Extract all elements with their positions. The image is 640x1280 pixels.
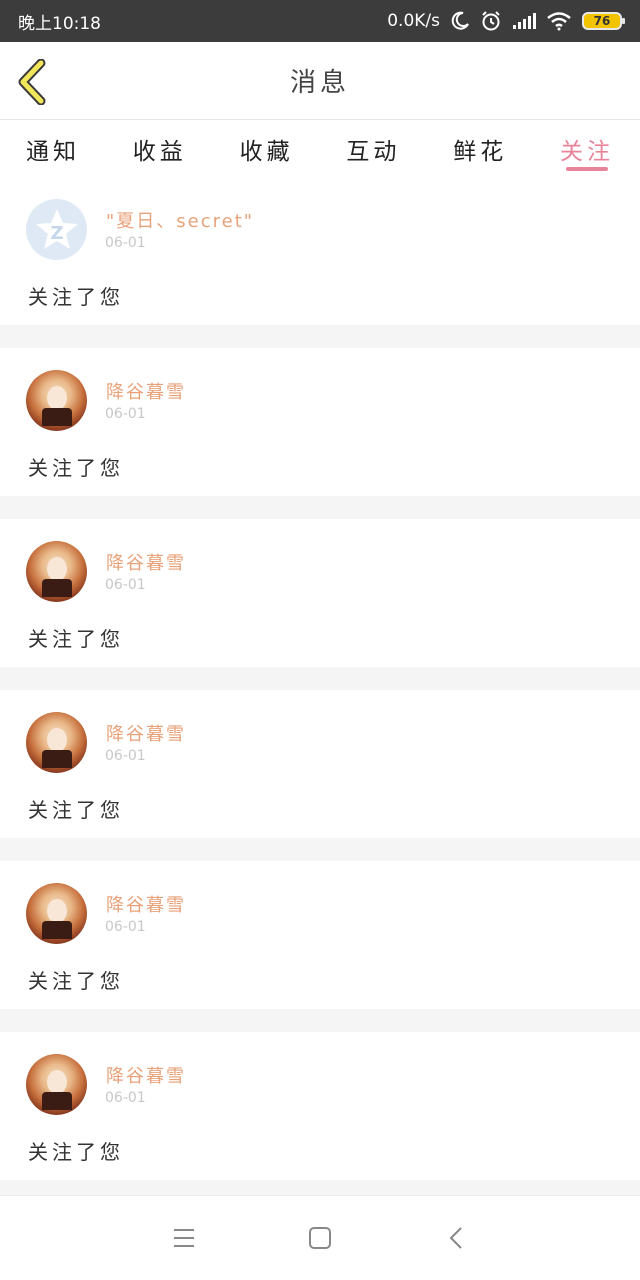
avatar-face xyxy=(47,899,67,923)
status-time: 晚上10:18 xyxy=(18,13,101,34)
list-item[interactable]: Z "夏日、secret" 06-01 关注了您 xyxy=(0,177,640,325)
system-nav-bar xyxy=(0,1195,640,1280)
tab-following[interactable]: 关注 xyxy=(560,121,614,177)
message-list: Z "夏日、secret" 06-01 关注了您 降谷暮雪 06-01 关注了您… xyxy=(0,177,640,1203)
avatar[interactable] xyxy=(26,712,87,773)
moon-icon xyxy=(450,11,470,31)
user-name[interactable]: 降谷暮雪 xyxy=(106,1062,186,1088)
list-item[interactable]: 降谷暮雪 06-01 关注了您 xyxy=(0,861,640,1009)
avatar-body xyxy=(42,750,72,768)
back-button[interactable] xyxy=(16,58,50,106)
message-text: 关注了您 xyxy=(28,627,124,651)
page-title: 消息 xyxy=(289,68,350,98)
status-icons: 0.0K/s 76 xyxy=(387,10,625,32)
back-icon xyxy=(449,1227,462,1249)
user-name[interactable]: 降谷暮雪 xyxy=(106,891,186,917)
list-item[interactable]: 降谷暮雪 06-01 关注了您 xyxy=(0,348,640,496)
avatar[interactable] xyxy=(26,1054,87,1115)
default-avatar-icon: Z xyxy=(35,208,78,249)
message-text: 关注了您 xyxy=(28,285,124,309)
tab-interactions[interactable]: 互动 xyxy=(346,121,400,177)
signal-icon xyxy=(512,12,536,30)
alarm-icon xyxy=(480,10,502,32)
tab-flowers[interactable]: 鲜花 xyxy=(453,121,507,177)
avatar[interactable]: Z xyxy=(26,199,87,260)
avatar-face xyxy=(47,557,67,581)
message-date: 06-01 xyxy=(105,748,146,764)
chevron-left-icon xyxy=(18,59,46,105)
avatar-face xyxy=(47,386,67,410)
message-text: 关注了您 xyxy=(28,456,124,480)
user-name[interactable]: 降谷暮雪 xyxy=(106,378,186,404)
divider xyxy=(0,325,640,348)
svg-text:Z: Z xyxy=(50,223,63,244)
user-name[interactable]: "夏日、secret" xyxy=(106,207,254,233)
avatar-body xyxy=(42,579,72,597)
message-text: 关注了您 xyxy=(28,798,124,822)
list-item[interactable]: 降谷暮雪 06-01 关注了您 xyxy=(0,690,640,838)
message-text: 关注了您 xyxy=(28,969,124,993)
header: 消息 xyxy=(0,42,640,120)
avatar-face xyxy=(47,1070,67,1094)
tab-favorites[interactable]: 收藏 xyxy=(240,121,294,177)
avatar-face xyxy=(47,728,67,752)
avatar[interactable] xyxy=(26,541,87,602)
home-icon xyxy=(309,1227,331,1249)
divider xyxy=(0,667,640,690)
battery-icon: 76 xyxy=(582,12,625,30)
avatar[interactable] xyxy=(26,883,87,944)
avatar-body xyxy=(42,1092,72,1110)
message-date: 06-01 xyxy=(105,577,146,593)
message-text: 关注了您 xyxy=(28,1140,124,1164)
divider xyxy=(0,496,640,519)
menu-button[interactable] xyxy=(171,1225,197,1251)
wifi-icon xyxy=(546,11,572,31)
menu-icon xyxy=(174,1229,194,1247)
nav-back-button[interactable] xyxy=(443,1225,469,1251)
list-item[interactable]: 降谷暮雪 06-01 关注了您 xyxy=(0,1032,640,1180)
avatar-body xyxy=(42,408,72,426)
message-date: 06-01 xyxy=(105,406,146,422)
avatar-body xyxy=(42,921,72,939)
list-item[interactable]: 降谷暮雪 06-01 关注了您 xyxy=(0,519,640,667)
status-bar: 晚上10:18 0.0K/s 76 xyxy=(0,0,640,42)
net-speed: 0.0K/s xyxy=(387,11,440,31)
avatar[interactable] xyxy=(26,370,87,431)
tab-earnings[interactable]: 收益 xyxy=(133,121,187,177)
home-button[interactable] xyxy=(307,1225,333,1251)
divider xyxy=(0,838,640,861)
divider xyxy=(0,1009,640,1032)
tab-notifications[interactable]: 通知 xyxy=(26,121,80,177)
message-date: 06-01 xyxy=(105,235,146,251)
tab-bar: 通知 收益 收藏 互动 鲜花 关注 xyxy=(0,121,640,177)
message-date: 06-01 xyxy=(105,1090,146,1106)
battery-level: 76 xyxy=(593,14,611,28)
user-name[interactable]: 降谷暮雪 xyxy=(106,720,186,746)
message-date: 06-01 xyxy=(105,919,146,935)
user-name[interactable]: 降谷暮雪 xyxy=(106,549,186,575)
